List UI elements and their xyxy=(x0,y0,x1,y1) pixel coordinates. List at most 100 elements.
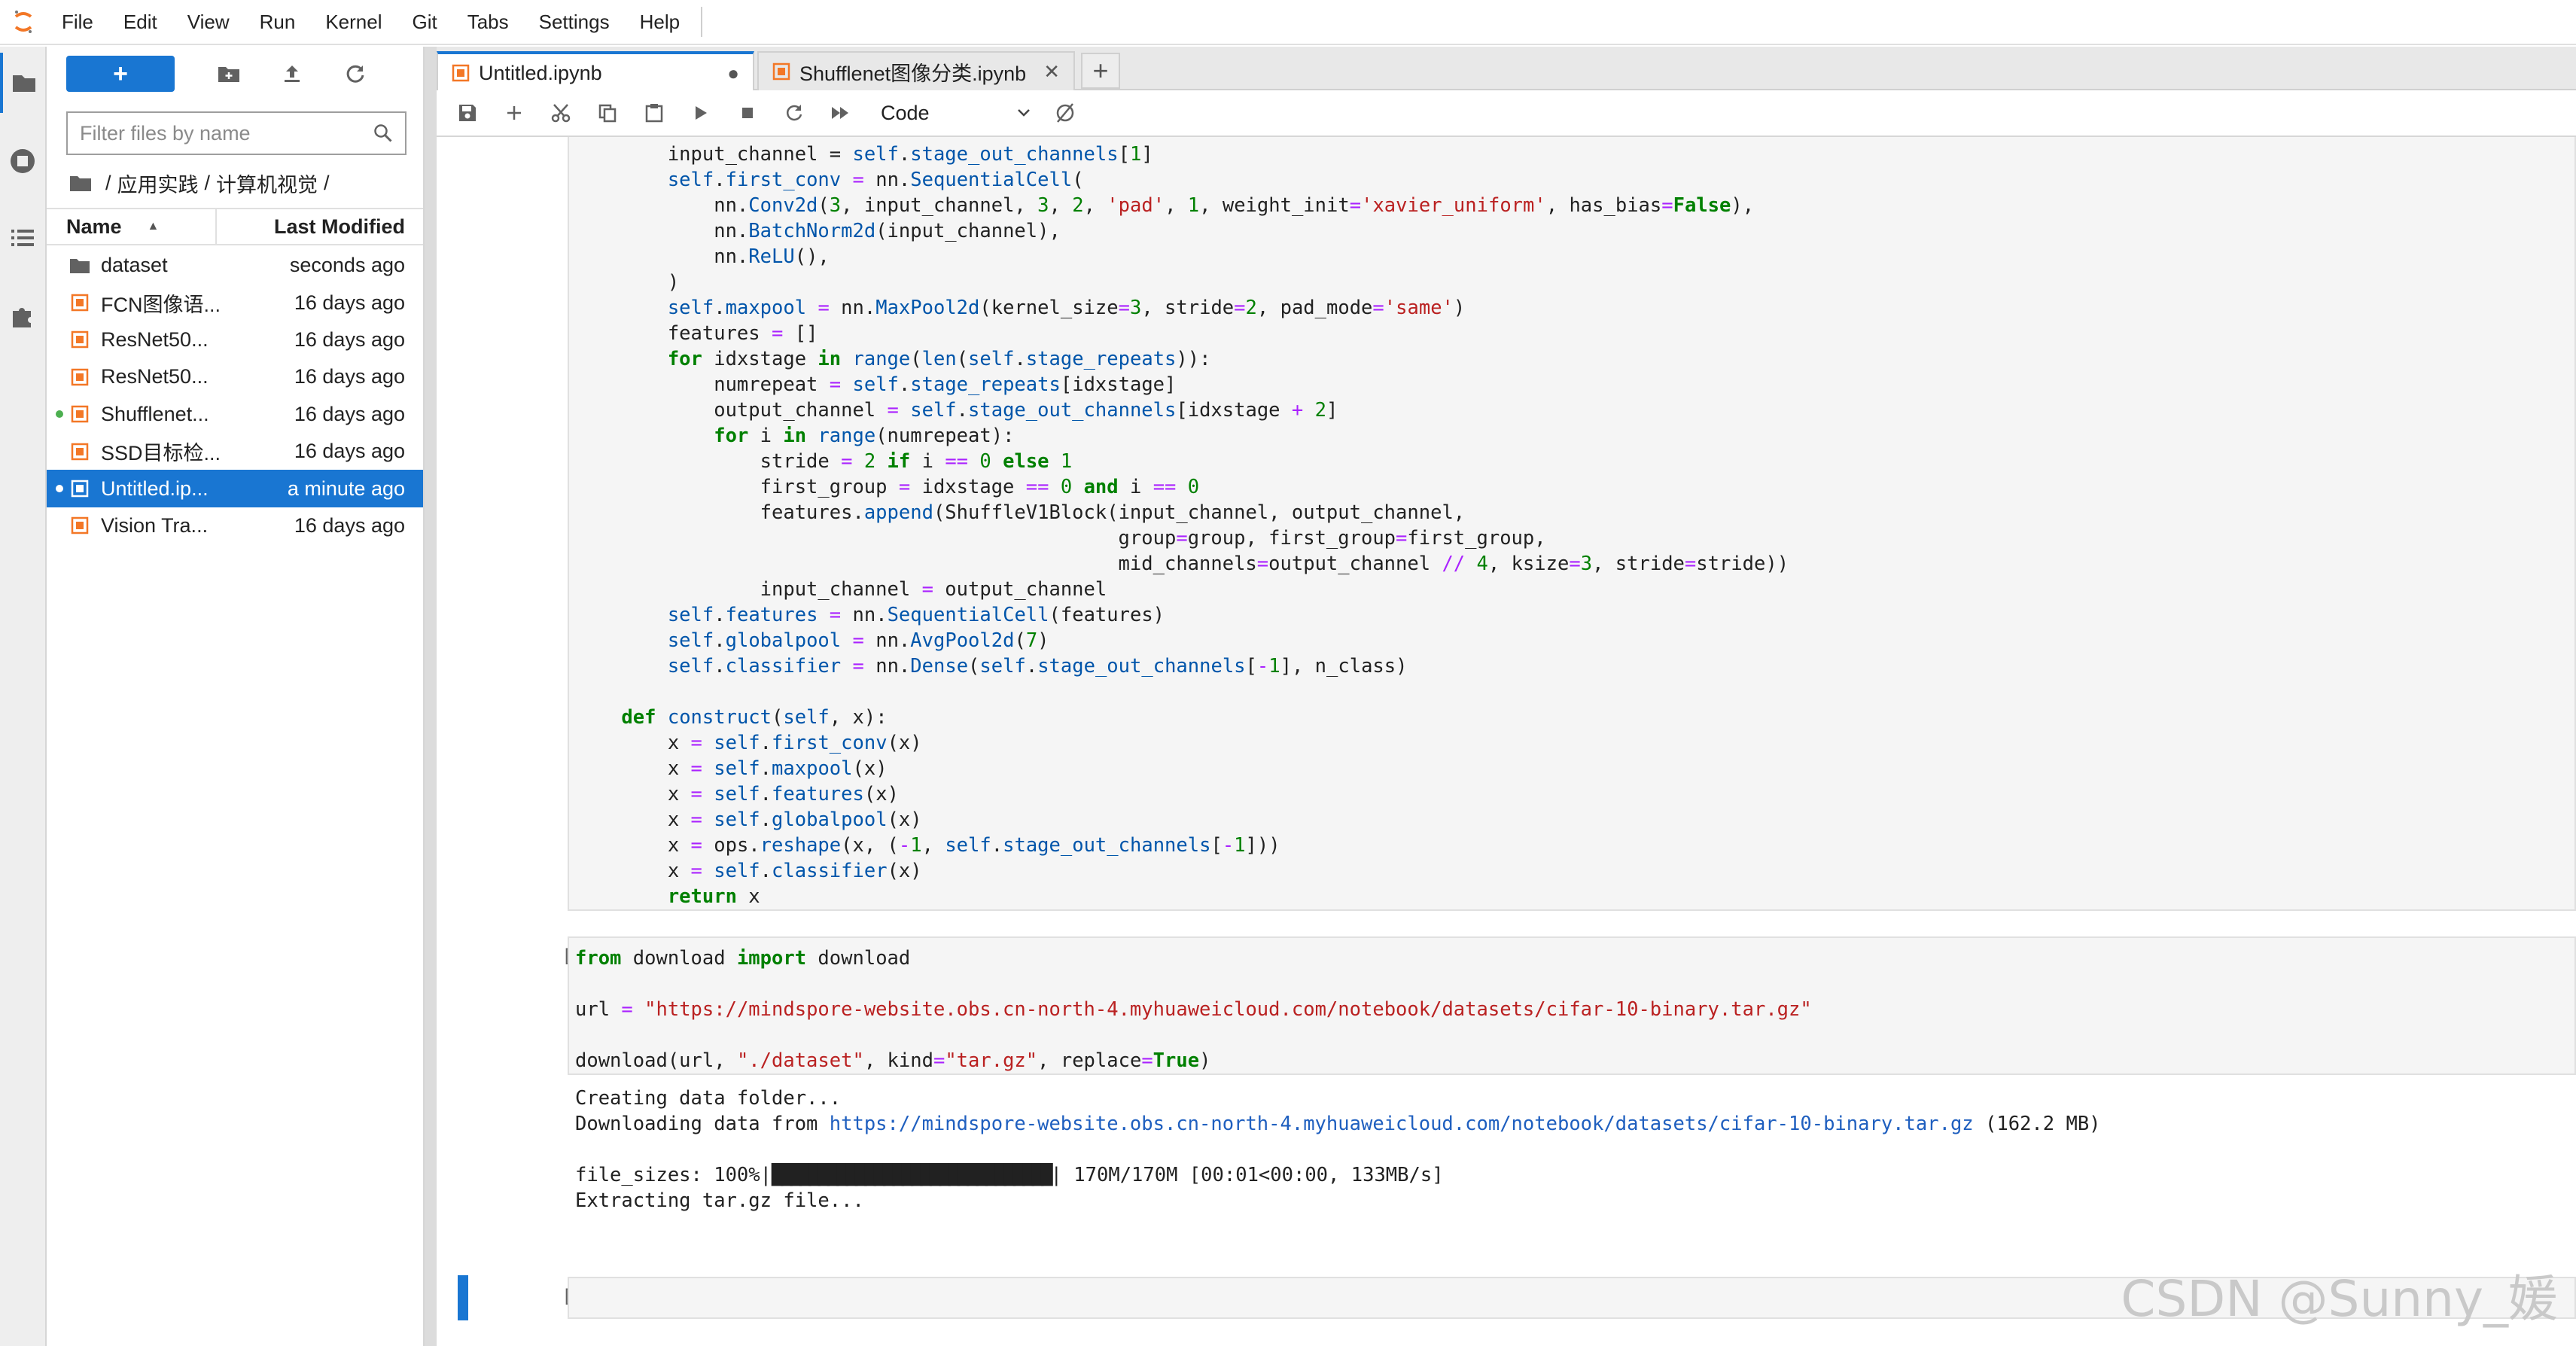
watermark: CSDN @Sunny_媛 xyxy=(2121,1270,2558,1328)
file-modified: 16 days ago xyxy=(294,327,405,351)
file-row[interactable]: Untitled.ip... a minute ago xyxy=(47,470,423,507)
file-row[interactable]: FCN图像语... 16 days ago xyxy=(47,284,423,321)
cell-type-select[interactable]: Code xyxy=(872,96,1042,129)
close-icon[interactable]: ✕ xyxy=(1043,60,1060,84)
menu-view[interactable]: View xyxy=(172,0,245,44)
file-list-header: Name ▲ Last Modified xyxy=(47,208,423,245)
file-browser-toolbar: + xyxy=(47,47,423,102)
file-row[interactable]: ResNet50... 16 days ago xyxy=(47,321,423,358)
file-modified: 16 days ago xyxy=(294,402,405,425)
progress-bar: ██████████████████████████████ xyxy=(772,1164,1053,1186)
notebook-toolbar: Code xyxy=(437,90,2576,137)
cell-type-value: Code xyxy=(881,101,930,124)
file-row[interactable]: Shufflenet... 16 days ago xyxy=(47,396,423,433)
toc-icon[interactable] xyxy=(0,208,45,268)
menu-file[interactable]: File xyxy=(47,0,108,44)
menu-git[interactable]: Git xyxy=(397,0,452,44)
restart-icon xyxy=(786,105,802,121)
file-modified: seconds ago xyxy=(289,254,405,277)
folder-icon[interactable] xyxy=(0,53,45,113)
unsaved-dot-icon[interactable]: ● xyxy=(727,62,739,85)
breadcrumb-item[interactable]: 计算机视觉 xyxy=(216,169,318,198)
breadcrumb-item[interactable]: 应用实践 xyxy=(117,169,199,198)
menu-help[interactable]: Help xyxy=(625,0,695,44)
run-button[interactable] xyxy=(677,92,724,134)
file-name: Untitled.ip... xyxy=(101,477,209,500)
output-link[interactable]: https://mindspore-website.obs.cn-north-4… xyxy=(830,1113,1974,1135)
copy-button[interactable] xyxy=(584,92,631,134)
column-header-name[interactable]: Name ▲ xyxy=(47,209,217,244)
file-modified: 16 days ago xyxy=(294,513,405,537)
tab-label: Untitled.ipynb xyxy=(479,61,602,84)
notebook-icon xyxy=(69,367,90,388)
file-name: Shufflenet... xyxy=(101,402,209,425)
menu-kernel[interactable]: Kernel xyxy=(310,0,397,44)
sidebar-splitter[interactable] xyxy=(425,47,437,1346)
refresh-button[interactable] xyxy=(334,56,376,92)
restart-button[interactable] xyxy=(771,92,818,134)
fast-forward-icon xyxy=(832,107,848,119)
file-row[interactable]: Vision Tra... 16 days ago xyxy=(47,507,423,544)
interrupt-button[interactable] xyxy=(724,92,771,134)
notebook-icon xyxy=(69,515,90,536)
menu-separator xyxy=(701,7,703,37)
menu-settings[interactable]: Settings xyxy=(524,0,625,44)
plus-icon: + xyxy=(1092,55,1109,86)
file-modified: 16 days ago xyxy=(294,291,405,314)
restart-run-all-button[interactable] xyxy=(818,92,864,134)
menu-run[interactable]: Run xyxy=(245,0,311,44)
new-folder-icon xyxy=(218,67,239,82)
extension-icon[interactable] xyxy=(0,286,45,346)
notebook-icon xyxy=(772,62,790,81)
plus-icon: + xyxy=(113,59,128,88)
folder-icon xyxy=(69,255,90,276)
menu-bar: File Edit View Run Kernel Git Tabs Settings Help xyxy=(0,0,2576,45)
tab-untitled[interactable]: Untitled.ipynb ● xyxy=(437,51,754,92)
paste-button[interactable] xyxy=(631,92,677,134)
running-indicator-icon xyxy=(56,485,63,493)
column-header-last-modified[interactable]: Last Modified xyxy=(217,209,423,244)
new-folder-button[interactable] xyxy=(208,56,250,92)
upload-icon xyxy=(285,65,300,82)
menu-edit[interactable]: Edit xyxy=(108,0,172,44)
output-line: Creating data folder... xyxy=(575,1087,842,1110)
file-name: SSD目标检... xyxy=(101,442,221,465)
breadcrumb: / 应用实践 / 计算机视觉 / xyxy=(69,164,336,202)
file-row[interactable]: dataset seconds ago xyxy=(47,247,423,284)
notebook-panel: input_channel = self.stage_out_channels[… xyxy=(437,137,2576,1346)
cell-editor[interactable]: from download import download url = "htt… xyxy=(568,936,2576,1075)
refresh-icon xyxy=(346,65,364,83)
upload-button[interactable] xyxy=(271,56,313,92)
folder-icon[interactable] xyxy=(69,174,92,192)
notebook-icon xyxy=(69,292,90,313)
notebook-icon xyxy=(69,403,90,425)
new-launcher-button[interactable]: + xyxy=(66,56,175,92)
git-diff-icon xyxy=(1056,103,1074,123)
file-list: dataset seconds ago FCN图像语... 16 days ago Re… xyxy=(47,247,423,544)
running-icon[interactable] xyxy=(0,131,45,191)
notebook-icon xyxy=(69,478,90,499)
cell-output: Creating data folder... Downloading data… xyxy=(568,1086,2576,1214)
file-row[interactable]: ResNet50... 16 days ago xyxy=(47,358,423,395)
notebook-icon xyxy=(69,329,90,350)
progress-label: file_sizes: 100%| xyxy=(575,1164,772,1186)
cut-button[interactable] xyxy=(537,92,584,134)
cell-source: input_channel = self.stage_out_channels[… xyxy=(575,143,1789,908)
paste-icon xyxy=(645,104,663,123)
copy-icon xyxy=(598,104,617,123)
plus-icon xyxy=(507,106,521,120)
menu-tabs[interactable]: Tabs xyxy=(452,0,524,44)
filter-files-input[interactable]: Filter files by name xyxy=(66,111,406,155)
save-button[interactable] xyxy=(444,92,491,134)
git-diff-button[interactable] xyxy=(1042,92,1089,134)
add-tab-button[interactable]: + xyxy=(1081,53,1120,89)
tab-shufflenet[interactable]: Shufflenet图像分类.ipynb ✕ xyxy=(757,51,1075,90)
save-icon xyxy=(459,105,476,121)
file-row[interactable]: SSD目标检... 16 days ago xyxy=(47,433,423,470)
file-name: ResNet50... xyxy=(101,327,209,351)
file-modified: a minute ago xyxy=(287,477,405,500)
insert-cell-button[interactable] xyxy=(491,92,537,134)
progress-stats: | 170M/170M [00:01<00:00, 133MB/s] xyxy=(1050,1164,1444,1186)
cell-editor[interactable]: input_channel = self.stage_out_channels[… xyxy=(568,137,2576,911)
main-area: Untitled.ipynb ● Shufflenet图像分类.ipynb ✕ … xyxy=(437,47,2576,1346)
